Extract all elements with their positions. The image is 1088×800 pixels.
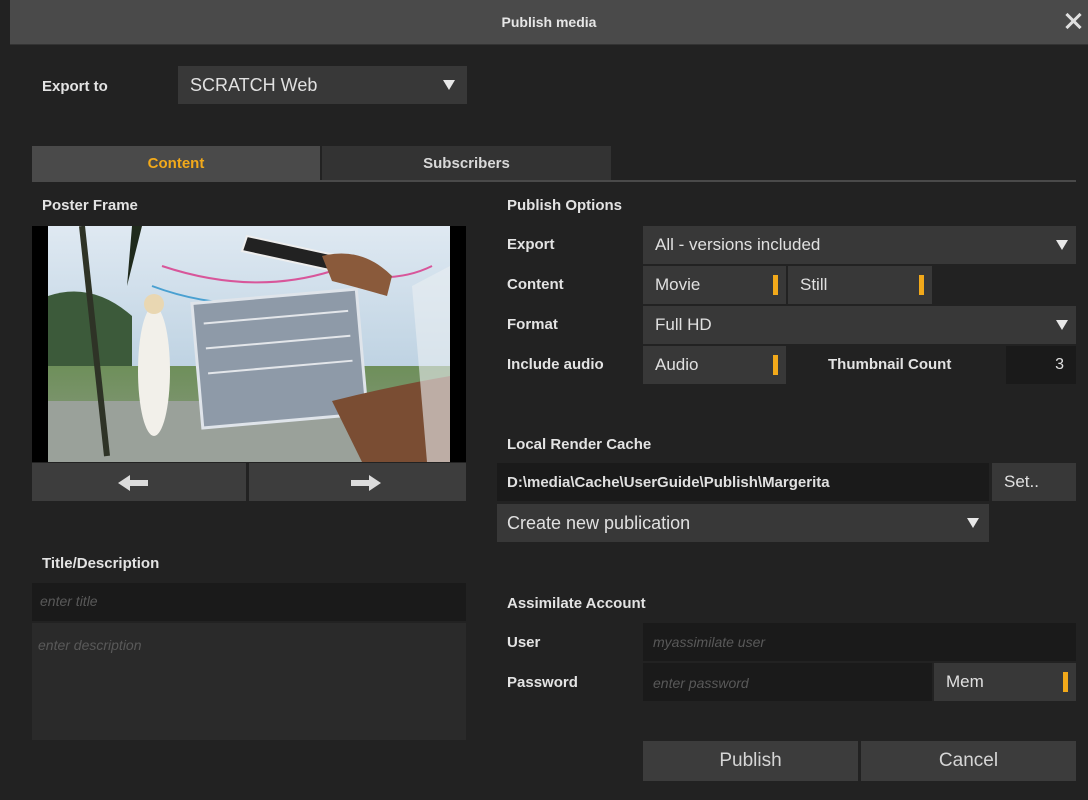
poster-frame-label: Poster Frame	[42, 197, 138, 214]
arrow-left-icon	[118, 475, 148, 491]
title-bar: Publish media	[10, 0, 1088, 45]
thumbnail-count-value: 3	[1055, 356, 1064, 373]
export-label: Export	[507, 236, 555, 253]
poster-frame-thumbnail	[48, 225, 450, 462]
mem-label: Mem	[946, 672, 984, 691]
still-label: Still	[800, 275, 828, 294]
set-cache-button[interactable]: Set..	[992, 463, 1076, 501]
user-placeholder: myassimilate user	[653, 634, 766, 650]
password-input[interactable]: enter password	[643, 663, 932, 701]
export-value: All - versions included	[655, 235, 821, 254]
chevron-down-icon	[1056, 320, 1068, 330]
format-dropdown[interactable]: Full HD	[643, 306, 1076, 344]
export-dropdown[interactable]: All - versions included	[643, 226, 1076, 264]
poster-frame-image	[32, 225, 466, 462]
audio-toggle[interactable]: Audio	[643, 346, 786, 384]
still-toggle[interactable]: Still	[788, 266, 932, 304]
export-to-dropdown[interactable]: SCRATCH Web	[178, 66, 467, 104]
mem-toggle[interactable]: Mem	[934, 663, 1076, 701]
chevron-down-icon	[1056, 240, 1068, 250]
export-to-value: SCRATCH Web	[190, 74, 318, 95]
local-render-cache-label: Local Render Cache	[507, 436, 652, 453]
still-toggle-indicator	[919, 275, 924, 295]
audio-toggle-indicator	[773, 355, 778, 375]
publish-options-label: Publish Options	[507, 197, 622, 214]
cancel-button[interactable]: Cancel	[861, 741, 1076, 781]
mem-toggle-indicator	[1063, 672, 1068, 692]
user-label: User	[507, 634, 541, 651]
title-description-label: Title/Description	[42, 555, 160, 572]
chevron-down-icon	[443, 80, 455, 90]
description-placeholder: enter description	[38, 637, 142, 653]
tab-subscribers[interactable]: Subscribers	[322, 146, 611, 180]
content-label: Content	[507, 276, 564, 293]
publish-media-dialog: Publish media Export to SCRATCH Web Cont…	[0, 0, 1088, 800]
password-placeholder: enter password	[653, 675, 749, 691]
set-cache-label: Set..	[1004, 472, 1039, 491]
publication-value: Create new publication	[507, 512, 691, 533]
export-to-label: Export to	[42, 78, 108, 95]
user-input[interactable]: myassimilate user	[643, 623, 1076, 661]
next-frame-button[interactable]	[249, 463, 466, 501]
arrow-right-icon	[351, 475, 381, 491]
thumbnail-count-label: Thumbnail Count	[828, 356, 952, 373]
password-label: Password	[507, 674, 578, 691]
assimilate-account-label: Assimilate Account	[507, 595, 646, 612]
cache-path-field[interactable]: D:\media\Cache\UserGuide\Publish\Margeri…	[497, 463, 989, 501]
audio-label: Audio	[655, 355, 699, 374]
title-placeholder: enter title	[40, 593, 98, 609]
thumbnail-count-input[interactable]: 3	[1006, 346, 1076, 384]
cache-path-value: D:\media\Cache\UserGuide\Publish\Margeri…	[507, 473, 830, 491]
format-label: Format	[507, 316, 558, 333]
description-input[interactable]: enter description	[32, 623, 466, 740]
include-audio-label: Include audio	[507, 356, 604, 373]
publish-button[interactable]: Publish	[643, 741, 858, 781]
publication-dropdown[interactable]: Create new publication	[497, 504, 989, 542]
tab-divider	[32, 180, 1076, 182]
title-input[interactable]: enter title	[32, 583, 466, 621]
format-value: Full HD	[655, 315, 712, 334]
tab-content[interactable]: Content	[32, 146, 320, 180]
close-icon[interactable]	[1062, 10, 1084, 32]
dialog-title: Publish media	[501, 14, 597, 30]
chevron-down-icon	[967, 518, 979, 528]
movie-toggle-indicator	[773, 275, 778, 295]
previous-frame-button[interactable]	[32, 463, 246, 501]
movie-label: Movie	[655, 275, 701, 294]
movie-toggle[interactable]: Movie	[643, 266, 786, 304]
